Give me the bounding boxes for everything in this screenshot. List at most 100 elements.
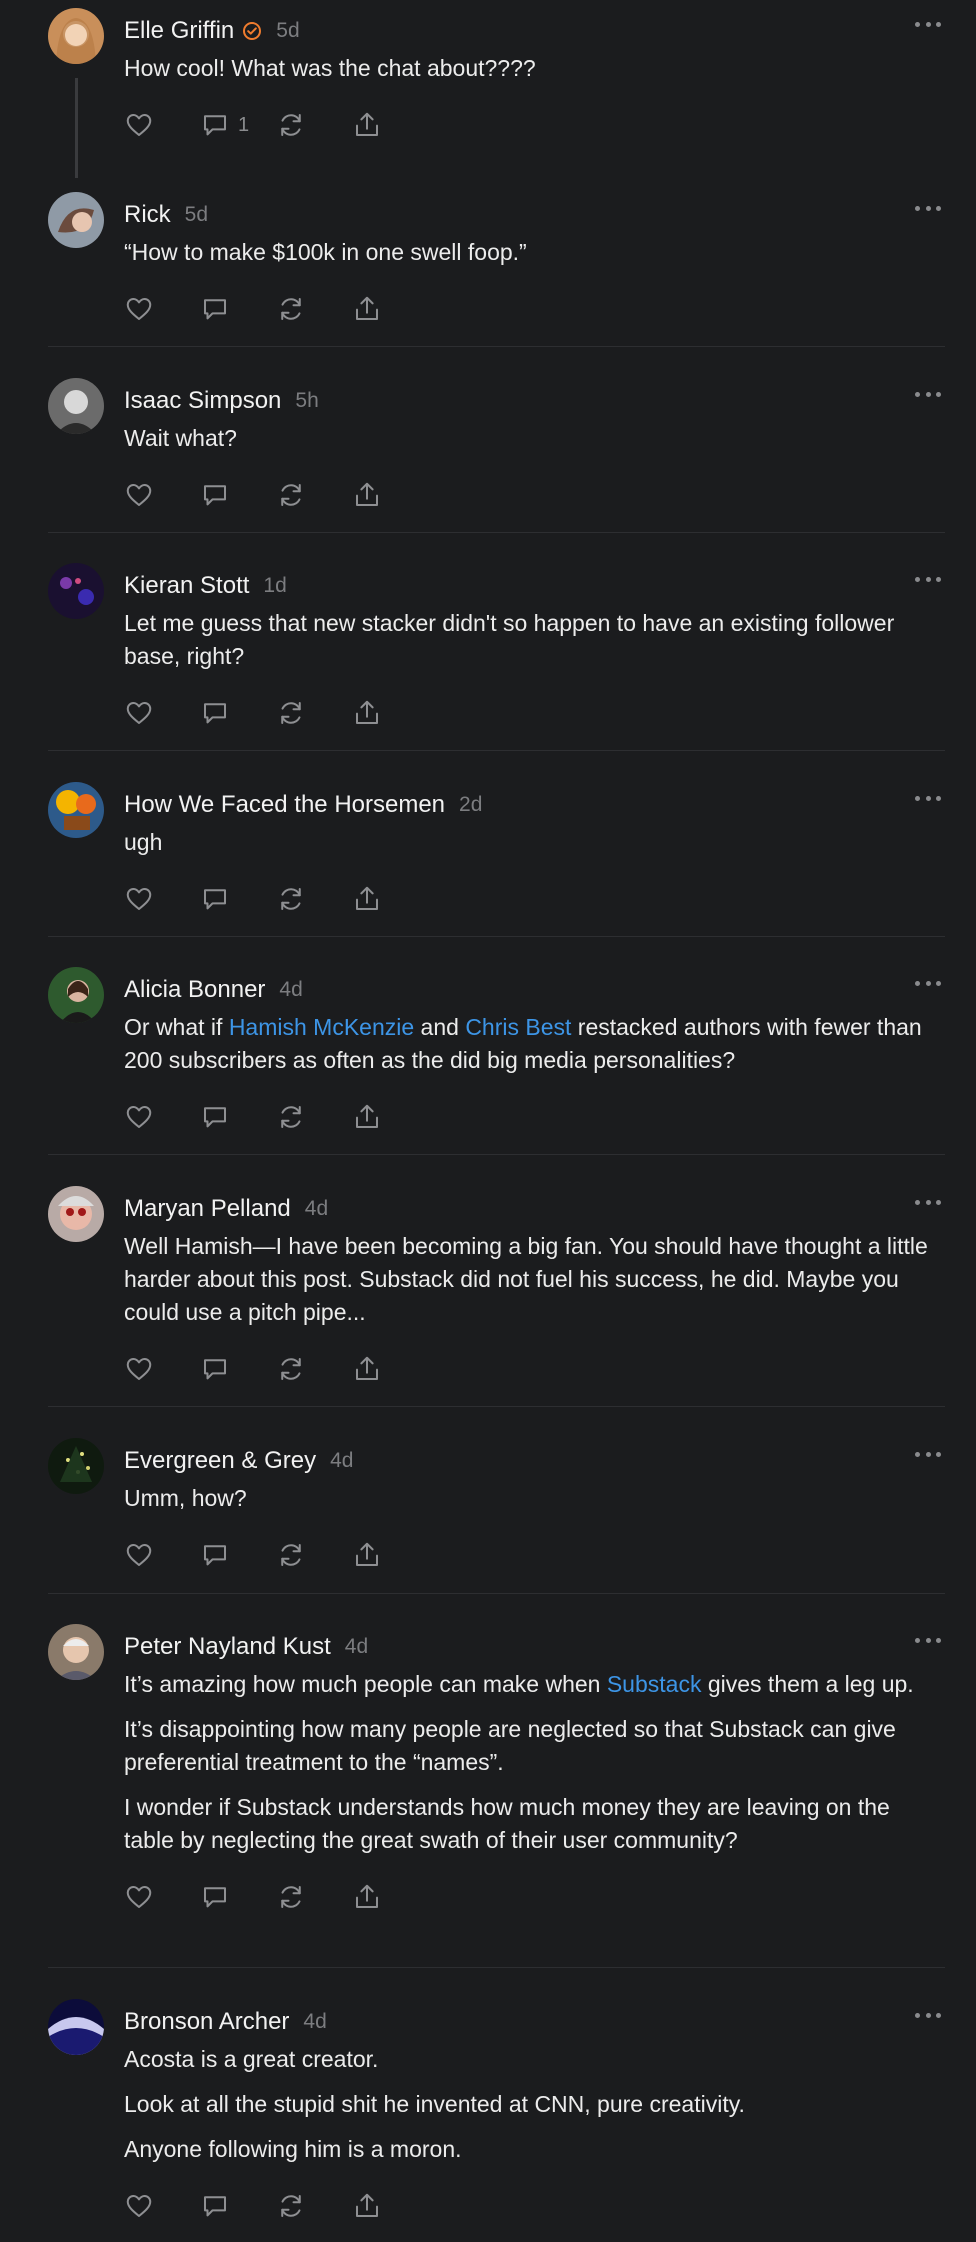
author-name[interactable]: Rick: [124, 201, 171, 229]
share-button[interactable]: [352, 1354, 428, 1384]
like-button[interactable]: [124, 1354, 200, 1384]
avatar[interactable]: [48, 1999, 104, 2055]
like-button[interactable]: [124, 884, 200, 914]
avatar[interactable]: [48, 782, 104, 838]
restack-button[interactable]: [276, 294, 352, 324]
share-button[interactable]: [352, 2191, 428, 2221]
author-name[interactable]: How We Faced the Horsemen: [124, 791, 445, 819]
avatar[interactable]: [48, 1186, 104, 1242]
restack-button[interactable]: [276, 480, 352, 510]
timestamp[interactable]: 5h: [295, 389, 318, 413]
mention-link[interactable]: Substack: [607, 1671, 702, 1697]
timestamp[interactable]: 4d: [305, 1197, 328, 1221]
avatar[interactable]: [48, 1438, 104, 1494]
comment-item: Elle Griffin 5d How cool! What was the cha…: [48, 8, 945, 143]
comment-button[interactable]: [200, 1540, 276, 1570]
author-name[interactable]: Kieran Stott: [124, 572, 249, 600]
share-button[interactable]: [352, 698, 428, 728]
share-button[interactable]: [352, 1882, 428, 1912]
comment-bubble-icon: [200, 1354, 230, 1384]
more-options-icon[interactable]: [915, 1450, 941, 1458]
comment-button[interactable]: [200, 480, 276, 510]
comment-button[interactable]: [200, 698, 276, 728]
mention-link[interactable]: Hamish McKenzie: [229, 1014, 414, 1040]
share-button[interactable]: [352, 1102, 428, 1132]
more-options-icon[interactable]: [915, 1636, 941, 1644]
restack-icon: [276, 294, 306, 324]
avatar[interactable]: [48, 192, 104, 248]
comment-button[interactable]: [200, 884, 276, 914]
like-button[interactable]: [124, 110, 200, 140]
like-button[interactable]: [124, 698, 200, 728]
comment-button[interactable]: [200, 1102, 276, 1132]
timestamp[interactable]: 5d: [276, 19, 299, 43]
timestamp[interactable]: 4d: [345, 1635, 368, 1659]
more-options-icon[interactable]: [915, 979, 941, 987]
timestamp[interactable]: 4d: [303, 2010, 326, 2034]
author-name[interactable]: Alicia Bonner: [124, 976, 265, 1004]
author-name[interactable]: Peter Nayland Kust: [124, 1633, 331, 1661]
share-button[interactable]: [352, 294, 428, 324]
comment-text-segment: I wonder if Substack understands how muc…: [124, 1794, 890, 1853]
comment-text-segment: Or what if: [124, 1014, 229, 1040]
more-options-icon[interactable]: [915, 390, 941, 398]
comment-item: Evergreen & Grey 4d Umm, how?: [48, 1438, 945, 1573]
like-button[interactable]: [124, 480, 200, 510]
more-options-icon[interactable]: [915, 1198, 941, 1206]
like-button[interactable]: [124, 1102, 200, 1132]
comment-button[interactable]: [200, 1354, 276, 1384]
share-button[interactable]: [352, 110, 428, 140]
share-button[interactable]: [352, 480, 428, 510]
author-name[interactable]: Bronson Archer: [124, 2008, 289, 2036]
restack-button[interactable]: [276, 2191, 352, 2221]
restack-button[interactable]: [276, 884, 352, 914]
like-button[interactable]: [124, 294, 200, 324]
avatar[interactable]: [48, 8, 104, 64]
comments-feed: Elle Griffin 5d How cool! What was the cha…: [0, 0, 976, 2242]
restack-button[interactable]: [276, 698, 352, 728]
comment-button[interactable]: 1: [200, 110, 276, 140]
avatar[interactable]: [48, 1624, 104, 1680]
timestamp[interactable]: 4d: [279, 978, 302, 1002]
timestamp[interactable]: 4d: [330, 1449, 353, 1473]
timestamp[interactable]: 1d: [263, 574, 286, 598]
author-name[interactable]: Isaac Simpson: [124, 387, 281, 415]
author-name[interactable]: Evergreen & Grey: [124, 1447, 316, 1475]
like-button[interactable]: [124, 2191, 200, 2221]
restack-button[interactable]: [276, 110, 352, 140]
more-options-icon[interactable]: [915, 794, 941, 802]
author-name[interactable]: Elle Griffin: [124, 17, 234, 45]
avatar[interactable]: [48, 563, 104, 619]
comment-bubble-icon: [200, 698, 230, 728]
action-bar: [124, 695, 945, 731]
comment-button[interactable]: [200, 2191, 276, 2221]
more-options-icon[interactable]: [915, 20, 941, 28]
comment-button[interactable]: [200, 1882, 276, 1912]
timestamp[interactable]: 2d: [459, 793, 482, 817]
timestamp[interactable]: 5d: [185, 203, 208, 227]
restack-button[interactable]: [276, 1354, 352, 1384]
restack-button[interactable]: [276, 1540, 352, 1570]
avatar[interactable]: [48, 378, 104, 434]
author-name[interactable]: Maryan Pelland: [124, 1195, 291, 1223]
like-button[interactable]: [124, 1882, 200, 1912]
mention-link[interactable]: Chris Best: [465, 1014, 571, 1040]
restack-button[interactable]: [276, 1102, 352, 1132]
comment-item: Peter Nayland Kust 4d It’s amazing how muc…: [48, 1624, 945, 1915]
comment-text-segment: Anyone following him is a moron.: [124, 2136, 462, 2162]
heart-icon: [124, 2191, 154, 2221]
heart-icon: [124, 1540, 154, 1570]
more-options-icon[interactable]: [915, 575, 941, 583]
avatar[interactable]: [48, 967, 104, 1023]
action-bar: [124, 1537, 945, 1573]
comment-text: Wait what?: [124, 422, 945, 455]
comment-paragraph: Or what if Hamish McKenzie and Chris Bes…: [124, 1011, 945, 1077]
share-button[interactable]: [352, 884, 428, 914]
more-options-icon[interactable]: [915, 2011, 941, 2019]
restack-button[interactable]: [276, 1882, 352, 1912]
comment-button[interactable]: [200, 294, 276, 324]
more-options-icon[interactable]: [915, 204, 941, 212]
share-button[interactable]: [352, 1540, 428, 1570]
like-button[interactable]: [124, 1540, 200, 1570]
comment-text-segment: Acosta is a great creator.: [124, 2046, 379, 2072]
